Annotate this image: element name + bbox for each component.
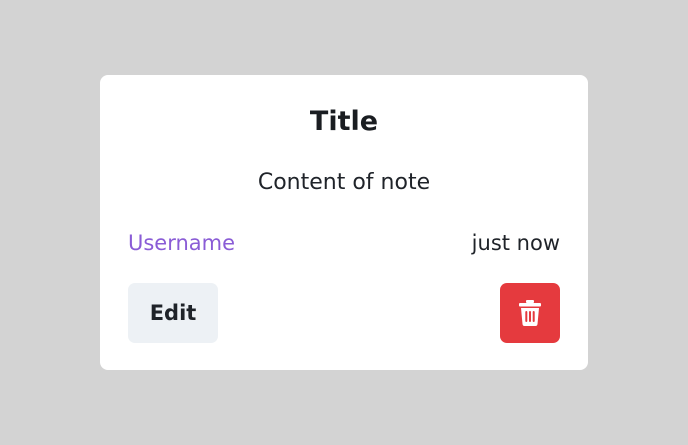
edit-button[interactable]: Edit — [128, 283, 218, 343]
note-card: Title Content of note Username just now … — [100, 75, 588, 370]
note-timestamp: just now — [471, 231, 560, 255]
note-username[interactable]: Username — [128, 229, 235, 257]
trash-icon — [519, 300, 541, 326]
note-content: Content of note — [257, 170, 431, 195]
note-title: Title — [309, 106, 379, 137]
delete-button[interactable] — [500, 283, 560, 343]
